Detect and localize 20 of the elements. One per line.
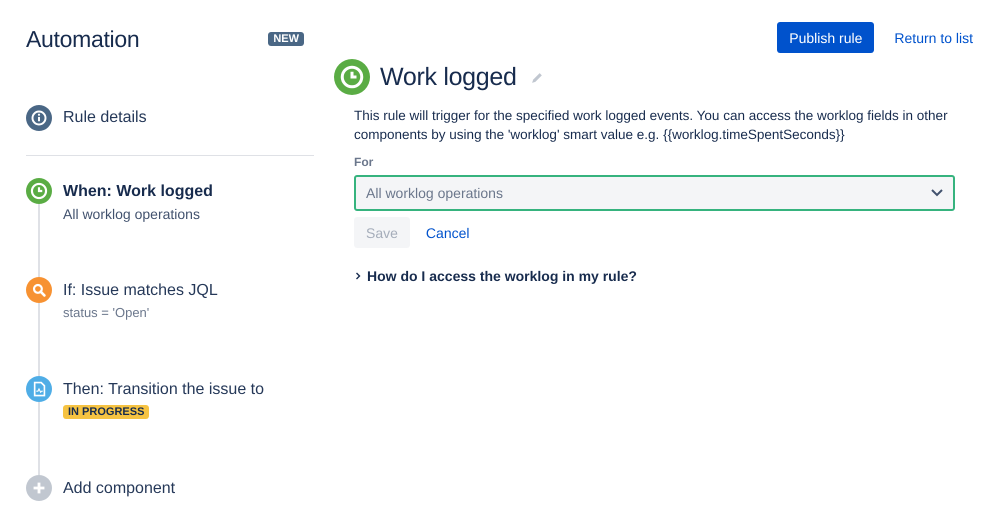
step-label[interactable]: Add component (63, 479, 176, 498)
step-label[interactable]: When: Work logged (63, 182, 213, 201)
help-expander[interactable]: How do I access the worklog in my rule? (367, 268, 637, 284)
rule-title: Work logged (380, 62, 517, 92)
publish-button[interactable]: Publish rule (777, 22, 874, 53)
chevron-down-icon (931, 189, 943, 197)
description-text: This rule will trigger for the specified work logged events. You can access the worklog fields in other components by using the 'worklog' smart value e.g. {{worklog.timeSpentSeconds}} (354, 107, 949, 144)
step-detail: status = 'Open' (63, 305, 150, 320)
rule-details-link[interactable]: Rule details (63, 109, 147, 127)
app-title: Automation (26, 26, 140, 52)
step-label[interactable]: If: Issue matches JQL (63, 281, 218, 300)
step-detail: All worklog operations (63, 206, 200, 222)
step-label[interactable]: Then: Transition the issue to (63, 380, 264, 399)
field-label: For (354, 155, 374, 169)
chevron-right-icon[interactable] (354, 272, 362, 280)
cancel-link[interactable]: Cancel (426, 224, 470, 240)
operations-select[interactable]: All worklog operations (354, 175, 955, 211)
status-lozenge: IN PROGRESS (63, 405, 150, 419)
return-link[interactable]: Return to list (894, 30, 973, 46)
new-badge: NEW (268, 32, 304, 46)
